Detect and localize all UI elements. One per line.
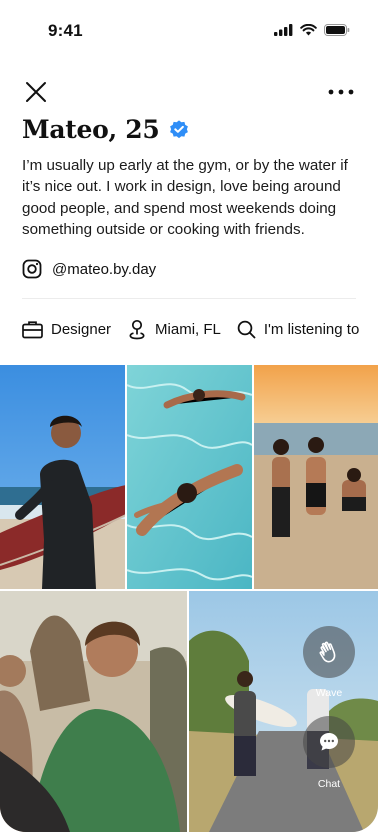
chat-bubble-icon (320, 733, 338, 751)
job-item: Designer (22, 320, 111, 339)
instagram-icon (22, 259, 42, 279)
briefcase-icon (22, 320, 43, 338)
listening-label: I'm listening to (263, 320, 360, 338)
verified-badge-icon (169, 119, 188, 138)
top-bar (0, 72, 378, 112)
divider (22, 298, 356, 299)
signal-icon (274, 24, 293, 36)
more-icon (328, 89, 354, 95)
instagram-link[interactable]: @mateo.by.day (22, 259, 156, 279)
instagram-handle: @mateo.by.day (52, 260, 157, 278)
status-time: 9:41 (48, 21, 83, 40)
photo-swimming[interactable] (127, 365, 252, 589)
photo-grid: Wave Chat (0, 365, 378, 832)
wave-label: Wave (315, 687, 343, 699)
location-pin-icon (129, 319, 145, 339)
job-label: Designer (51, 320, 112, 338)
close-icon (26, 82, 46, 102)
chat-label: Chat (317, 778, 341, 790)
wave-button[interactable] (303, 626, 355, 678)
photo-walking-with-surfboard[interactable] (189, 591, 378, 832)
profile-bio: I’m usually up early at the gym, or by t… (22, 157, 348, 238)
battery-icon (324, 24, 350, 36)
chat-button[interactable] (303, 716, 355, 768)
location-item: Miami, FL (127, 319, 221, 340)
photo-friends-on-beach[interactable] (254, 365, 378, 589)
close-button[interactable] (22, 78, 50, 106)
status-icons (274, 24, 350, 36)
photo-friends-smiling[interactable] (0, 591, 187, 832)
profile-name: Mateo, 25 (22, 115, 160, 144)
location-label: Miami, FL (155, 320, 221, 338)
status-bar: 9:41 (0, 0, 378, 62)
wave-hand-icon (319, 641, 336, 663)
listening-item[interactable]: I'm listening to (237, 320, 359, 339)
more-options-button[interactable] (326, 80, 356, 104)
wifi-icon (300, 24, 317, 36)
search-icon (237, 320, 256, 338)
photo-surfer-with-board[interactable] (0, 365, 125, 589)
profile-meta-row: Designer Miami, FL I'm listening to (22, 316, 375, 342)
name-row: Mateo, 25 (22, 115, 190, 144)
